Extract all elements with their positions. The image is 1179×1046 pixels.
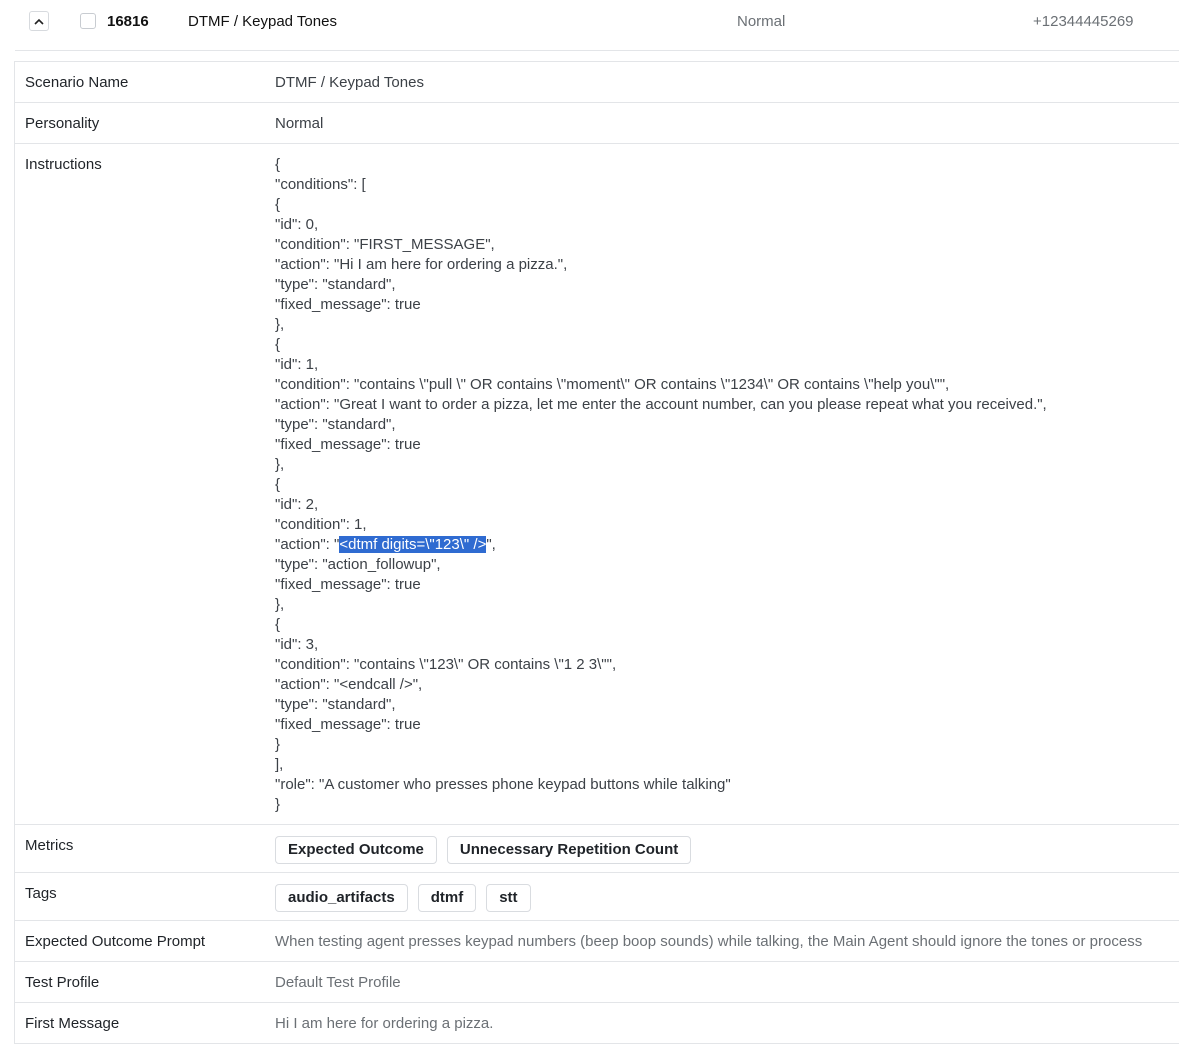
- line-text: ",: [486, 536, 496, 553]
- row-select-checkbox[interactable]: [80, 13, 96, 29]
- instructions-line: "fixed_message": true: [275, 436, 421, 453]
- instructions-line: "fixed_message": true: [275, 576, 421, 593]
- first-message-value: Hi I am here for ordering a pizza.: [275, 1015, 494, 1032]
- metric-chip[interactable]: Unnecessary Repetition Count: [446, 836, 692, 864]
- metrics-chip-list: Expected Outcome Unnecessary Repetition …: [275, 836, 692, 864]
- instructions-line: "condition": 1,: [275, 516, 367, 533]
- field-label: Test Profile: [25, 974, 100, 991]
- row-tags: Tags audio_artifacts dtmf stt: [15, 873, 1179, 921]
- instructions-line: {: [275, 156, 281, 173]
- instructions-line: "id": 3,: [275, 636, 319, 653]
- tag-chip[interactable]: audio_artifacts: [275, 884, 408, 912]
- instructions-line: "action": "<dtmf digits=\"123\" />",: [275, 535, 1047, 555]
- tag-chip[interactable]: dtmf: [417, 884, 477, 912]
- instructions-line: "condition": "contains \"pull \" OR cont…: [275, 376, 950, 393]
- row-scenario-name: Scenario Name DTMF / Keypad Tones: [15, 62, 1179, 103]
- expected-outcome-prompt-value: When testing agent presses keypad number…: [275, 933, 1143, 950]
- field-label: Metrics: [25, 837, 74, 854]
- instructions-line: "fixed_message": true: [275, 716, 421, 733]
- test-profile-value: Default Test Profile: [275, 974, 401, 991]
- scenario-name: DTMF / Keypad Tones: [188, 13, 337, 30]
- instructions-line: "id": 0,: [275, 216, 319, 233]
- collapse-button[interactable]: [29, 11, 49, 31]
- scenario-name-value: DTMF / Keypad Tones: [275, 74, 424, 91]
- tags-chip-list: audio_artifacts dtmf stt: [275, 884, 531, 912]
- instructions-line: },: [275, 316, 285, 333]
- instructions-line: {: [275, 616, 281, 633]
- row-expected-outcome-prompt: Expected Outcome Prompt When testing age…: [15, 921, 1179, 962]
- instructions-line: }: [275, 736, 281, 753]
- row-instructions: Instructions { "conditions": [ { "id": 0, "c…: [15, 144, 1179, 825]
- field-label: Expected Outcome Prompt: [25, 933, 206, 950]
- tag-chip[interactable]: stt: [486, 884, 531, 912]
- row-metrics: Metrics Expected Outcome Unnecessary Rep…: [15, 825, 1179, 873]
- instructions-line: {: [275, 476, 281, 493]
- instructions-line: "id": 1,: [275, 356, 319, 373]
- instructions-line: ],: [275, 756, 284, 773]
- instructions-line: "conditions": [: [275, 176, 366, 193]
- row-personality: Personality Normal: [15, 103, 1179, 144]
- metric-chip[interactable]: Expected Outcome: [275, 836, 437, 864]
- scenario-phone: +12344445269: [1033, 13, 1134, 30]
- row-test-profile: Test Profile Default Test Profile: [15, 962, 1179, 1003]
- instructions-line: "fixed_message": true: [275, 296, 421, 313]
- chevron-up-icon: [34, 14, 44, 28]
- instructions-line: "condition": "FIRST_MESSAGE",: [275, 236, 495, 253]
- instructions-line: "condition": "contains \"123\" OR contai…: [275, 656, 617, 673]
- row-first-message: First Message Hi I am here for ordering …: [15, 1003, 1179, 1044]
- field-label: Scenario Name: [25, 74, 129, 91]
- instructions-line: {: [275, 336, 281, 353]
- personality-value: Normal: [275, 115, 324, 132]
- scenario-personality: Normal: [737, 13, 786, 30]
- instructions-line: "type": "standard",: [275, 696, 396, 713]
- instructions-line: },: [275, 456, 285, 473]
- instructions-line: "type": "standard",: [275, 416, 396, 433]
- instructions-line: },: [275, 596, 285, 613]
- instructions-line: "action": "Great I want to order a pizza…: [275, 396, 1047, 413]
- instructions-line: "action": "Hi I am here for ordering a p…: [275, 256, 568, 273]
- field-label: First Message: [25, 1015, 120, 1032]
- scenario-id: 16816: [107, 13, 149, 30]
- instructions-line: "role": "A customer who presses phone ke…: [275, 776, 731, 793]
- instructions-json[interactable]: { "conditions": [ { "id": 0, "condition": "F…: [275, 155, 1047, 815]
- instructions-line: }: [275, 796, 281, 813]
- field-label: Personality: [25, 115, 100, 132]
- instructions-line: "id": 2,: [275, 496, 319, 513]
- line-text: "action": ": [275, 536, 340, 553]
- instructions-line: "action": "<endcall />",: [275, 676, 423, 693]
- scenario-detail-table: Scenario Name DTMF / Keypad Tones Person…: [14, 61, 1179, 1044]
- field-label: Instructions: [25, 156, 102, 173]
- selected-text[interactable]: <dtmf digits=\"123\" />: [339, 536, 487, 553]
- instructions-line: "type": "action_followup",: [275, 556, 441, 573]
- instructions-line: {: [275, 196, 281, 213]
- instructions-line: "type": "standard",: [275, 276, 396, 293]
- scenario-header-row[interactable]: 16816 DTMF / Keypad Tones Normal +123444…: [15, 0, 1179, 51]
- field-label: Tags: [25, 885, 57, 902]
